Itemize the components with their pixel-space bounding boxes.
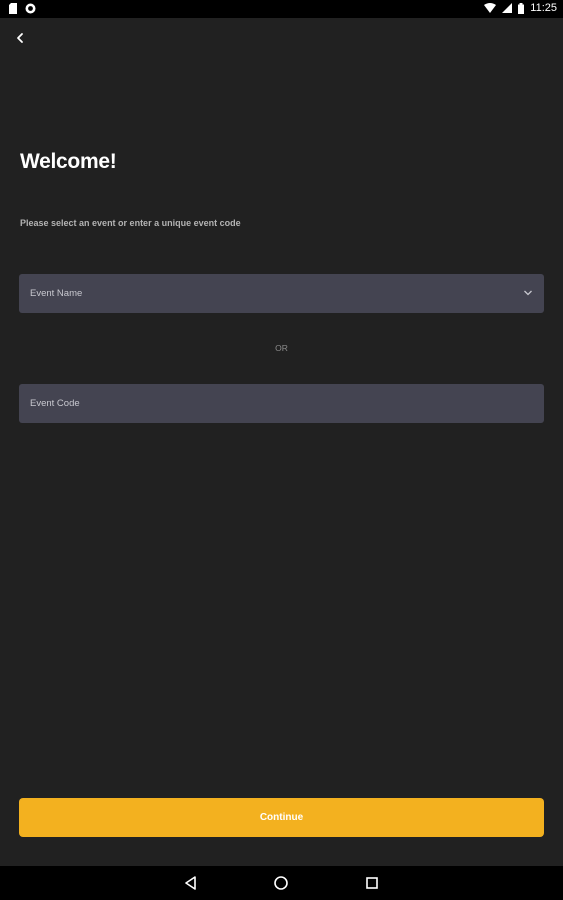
battery-icon (518, 2, 525, 14)
event-code-input[interactable]: Event Code (19, 384, 544, 423)
chevron-down-icon (524, 290, 532, 296)
app-notification-icon (25, 3, 36, 14)
page-title: Welcome! (20, 150, 117, 173)
event-name-placeholder: Event Name (30, 288, 83, 299)
status-right-icons: 11:25 (484, 2, 557, 14)
page-subtitle: Please select an event or enter a unique… (20, 218, 241, 228)
back-arrow-icon (17, 33, 23, 43)
wifi-icon (484, 3, 497, 13)
continue-button[interactable]: Continue (19, 798, 544, 837)
or-divider: OR (275, 343, 288, 353)
sd-card-icon (9, 3, 17, 14)
status-bar: 11:25 (0, 0, 563, 18)
app-screen: Welcome! Please select an event or enter… (0, 18, 563, 866)
system-nav-bar (0, 866, 563, 900)
event-code-placeholder: Event Code (30, 398, 80, 409)
event-name-select[interactable]: Event Name (19, 274, 544, 313)
status-time: 11:25 (530, 2, 557, 14)
nav-home-icon[interactable] (273, 875, 289, 891)
nav-recents-icon[interactable] (364, 875, 380, 891)
nav-back-icon[interactable] (183, 875, 199, 891)
signal-icon (502, 3, 513, 13)
back-button[interactable] (12, 28, 32, 48)
status-left-icons (9, 3, 36, 14)
